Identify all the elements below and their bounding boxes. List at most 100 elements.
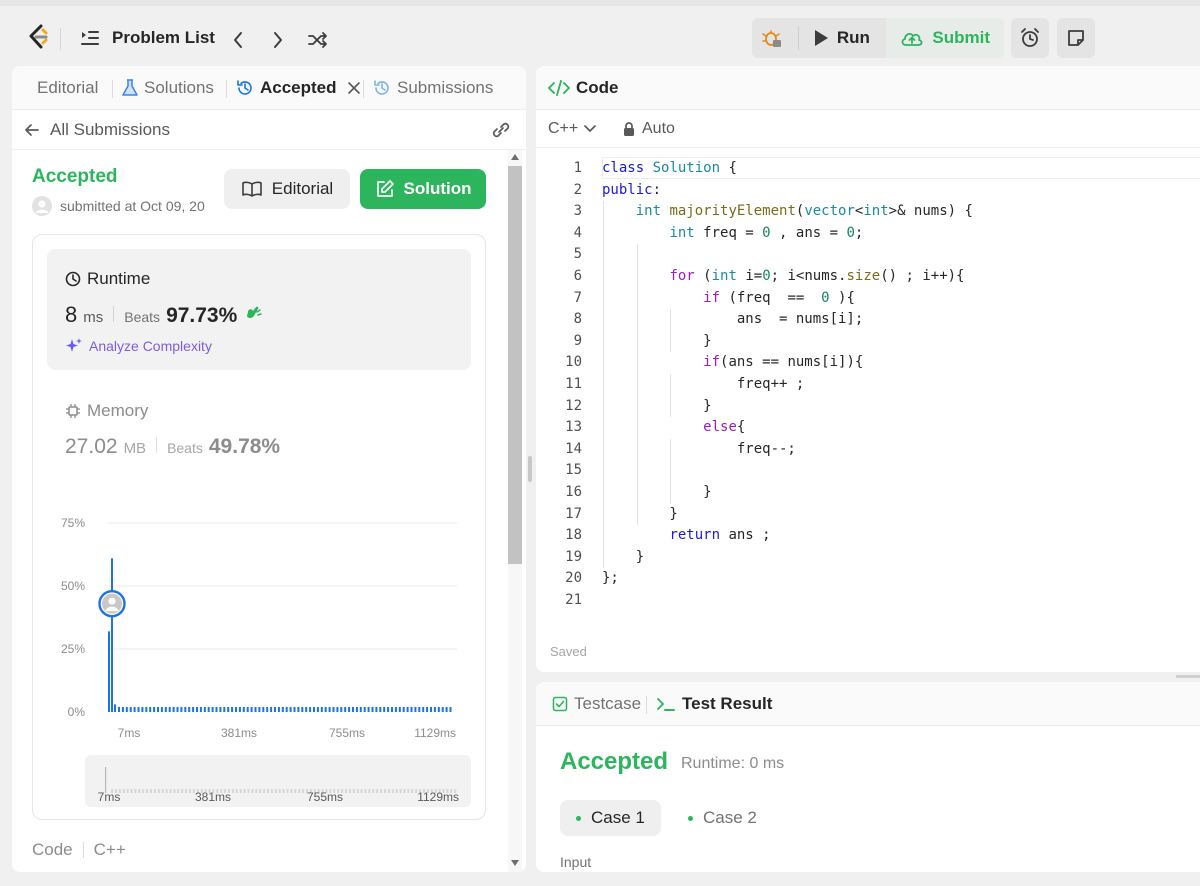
- distribution-bar[interactable]: [207, 706, 210, 712]
- distribution-bar[interactable]: [231, 706, 234, 712]
- distribution-bar[interactable]: [111, 558, 113, 712]
- timer-button[interactable]: [1011, 18, 1049, 58]
- scroll-down-icon[interactable]: [511, 860, 519, 866]
- distribution-bar[interactable]: [352, 706, 354, 712]
- distribution-bar[interactable]: [192, 706, 195, 712]
- prev-problem-button[interactable]: [228, 29, 248, 51]
- distribution-bar[interactable]: [430, 706, 432, 712]
- distribution-bar[interactable]: [445, 706, 448, 712]
- distribution-bar[interactable]: [324, 706, 327, 712]
- analyze-complexity-link[interactable]: Analyze Complexity: [65, 337, 212, 355]
- distribution-bar[interactable]: [238, 706, 241, 712]
- distribution-bar[interactable]: [125, 706, 128, 712]
- solution-button[interactable]: Solution: [360, 169, 486, 209]
- distribution-bar[interactable]: [164, 706, 167, 712]
- distribution-bar[interactable]: [168, 706, 171, 712]
- distribution-bar[interactable]: [340, 706, 343, 712]
- code-line[interactable]: 18 return ans ;: [536, 525, 1200, 547]
- distribution-bar[interactable]: [266, 706, 269, 712]
- submit-button[interactable]: Submit: [886, 18, 1004, 58]
- code-line[interactable]: 4 int freq = 0 , ans = 0;: [536, 223, 1200, 245]
- distribution-bar[interactable]: [316, 706, 319, 712]
- distribution-bar[interactable]: [375, 706, 378, 712]
- tab-accepted[interactable]: Accepted: [236, 78, 361, 98]
- distribution-bar[interactable]: [203, 706, 206, 712]
- distribution-bar[interactable]: [313, 706, 315, 712]
- distribution-bar[interactable]: [262, 706, 265, 712]
- distribution-bar[interactable]: [426, 706, 429, 712]
- panel-resize-handle[interactable]: [528, 456, 532, 482]
- scrollbar-thumb[interactable]: [508, 166, 522, 564]
- distribution-bar[interactable]: [437, 706, 440, 712]
- distribution-bar[interactable]: [293, 706, 296, 712]
- distribution-bar[interactable]: [355, 706, 358, 712]
- code-line[interactable]: 17 }: [536, 504, 1200, 526]
- distribution-bar[interactable]: [297, 706, 300, 712]
- language-select[interactable]: C++: [548, 120, 597, 138]
- code-line[interactable]: 7 if (freq == 0 ){: [536, 288, 1200, 310]
- distribution-bar[interactable]: [394, 706, 397, 712]
- distribution-bar[interactable]: [108, 631, 110, 712]
- distribution-bar[interactable]: [387, 706, 390, 712]
- next-problem-button[interactable]: [268, 29, 288, 51]
- code-line[interactable]: 8 ans = nums[i];: [536, 309, 1200, 331]
- distribution-bar[interactable]: [383, 706, 386, 712]
- notes-button[interactable]: [1057, 18, 1095, 58]
- distribution-bar[interactable]: [309, 706, 312, 712]
- code-line[interactable]: 2 public:: [536, 180, 1200, 202]
- code-line[interactable]: 19 }: [536, 547, 1200, 569]
- distribution-bar[interactable]: [153, 706, 156, 712]
- code-line[interactable]: 21: [536, 590, 1200, 612]
- close-tab-icon[interactable]: [347, 81, 361, 95]
- distribution-bar[interactable]: [188, 706, 191, 712]
- code-line[interactable]: 14 freq--;: [536, 439, 1200, 461]
- case-2-tab[interactable]: Case 2: [672, 800, 773, 836]
- distribution-bar[interactable]: [118, 706, 120, 712]
- distribution-bar[interactable]: [289, 706, 292, 712]
- all-submissions-link[interactable]: All Submissions: [24, 120, 170, 140]
- distribution-bar[interactable]: [301, 706, 304, 712]
- distribution-bar[interactable]: [348, 706, 351, 712]
- distribution-bar[interactable]: [215, 706, 218, 712]
- distribution-bar[interactable]: [270, 706, 273, 712]
- case-1-tab[interactable]: Case 1: [560, 800, 661, 836]
- distribution-bar[interactable]: [344, 706, 347, 712]
- distribution-bar[interactable]: [320, 706, 323, 712]
- chart-range-slider[interactable]: 7ms 381ms 755ms 1129ms: [85, 755, 471, 807]
- debug-button[interactable]: [752, 18, 790, 58]
- auto-mode-toggle[interactable]: Auto: [622, 120, 675, 138]
- distribution-bar[interactable]: [160, 706, 163, 712]
- distribution-bar[interactable]: [328, 706, 331, 712]
- distribution-bar[interactable]: [441, 706, 444, 712]
- code-line[interactable]: 10 if(ans == nums[i]){: [536, 352, 1200, 374]
- editor-resize-handle[interactable]: [1176, 675, 1200, 678]
- distribution-bar[interactable]: [285, 706, 288, 712]
- distribution-bar[interactable]: [336, 706, 339, 712]
- code-line[interactable]: 15: [536, 460, 1200, 482]
- distribution-bar[interactable]: [227, 706, 230, 712]
- tab-testcase[interactable]: Testcase: [552, 694, 641, 714]
- code-line[interactable]: 3 int majorityElement(vector<int>& nums)…: [536, 201, 1200, 223]
- distribution-bar[interactable]: [367, 706, 370, 712]
- distribution-bar[interactable]: [246, 706, 249, 712]
- distribution-bar[interactable]: [199, 706, 202, 712]
- problem-list-button[interactable]: Problem List: [80, 28, 215, 48]
- distribution-bar[interactable]: [422, 706, 425, 712]
- code-line[interactable]: 9 }: [536, 331, 1200, 353]
- run-button[interactable]: Run: [799, 18, 887, 58]
- distribution-bar[interactable]: [211, 706, 214, 712]
- distribution-bar[interactable]: [176, 706, 179, 712]
- distribution-bar[interactable]: [258, 706, 261, 712]
- code-line[interactable]: 20};: [536, 568, 1200, 590]
- distribution-bar[interactable]: [332, 706, 335, 712]
- code-line[interactable]: 13 else{: [536, 417, 1200, 439]
- avatar[interactable]: [32, 196, 52, 216]
- tab-submissions[interactable]: Submissions: [373, 78, 493, 98]
- distribution-bar[interactable]: [398, 706, 401, 712]
- code-line[interactable]: 5: [536, 244, 1200, 266]
- distribution-bar[interactable]: [223, 706, 226, 712]
- distribution-bar[interactable]: [149, 706, 152, 712]
- distribution-bar[interactable]: [402, 706, 405, 712]
- distribution-bar[interactable]: [172, 706, 175, 712]
- distribution-bar[interactable]: [305, 706, 308, 712]
